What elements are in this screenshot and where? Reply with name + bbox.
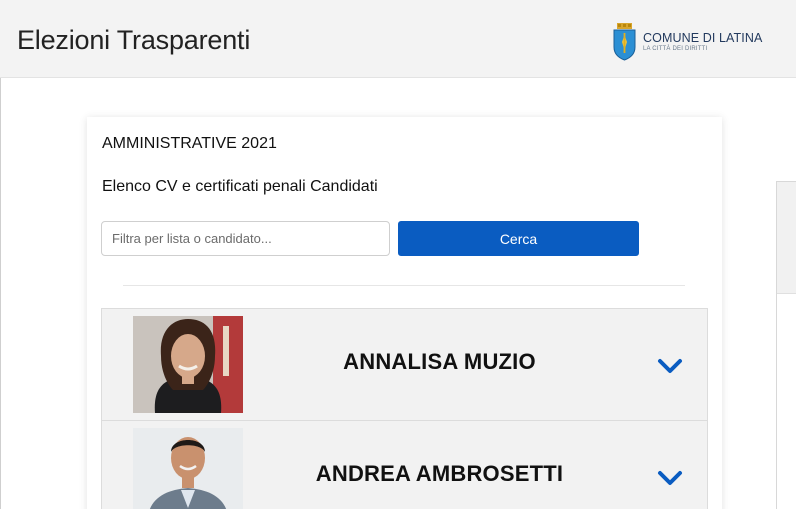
city-crest-icon [613, 23, 636, 61]
candidate-photo [133, 316, 243, 413]
candidate-photo [133, 428, 243, 509]
chevron-down-icon[interactable] [656, 356, 684, 376]
candidate-row[interactable]: ANNALISA MUZIO [101, 308, 708, 420]
chevron-down-icon[interactable] [656, 468, 684, 488]
candidate-name: ANDREA AMBROSETTI [315, 461, 564, 486]
app-title: Elezioni Trasparenti [17, 25, 251, 55]
page-header: Elezioni Trasparenti COMUNE DI LATINA LA… [0, 0, 796, 78]
side-panel-header [777, 182, 796, 294]
divider [123, 285, 685, 286]
candidate-row[interactable]: ANDREA AMBROSETTI [101, 420, 708, 509]
municipality-logo[interactable]: COMUNE DI LATINA LA CITTÀ DEI DIRITTI [612, 22, 762, 62]
side-panel [776, 181, 796, 509]
election-card: AMMINISTRATIVE 2021 Elenco CV e certific… [87, 117, 722, 509]
candidate-list: ANNALISA MUZIO ANDREA AMBROSETTI [101, 308, 708, 509]
brand-name: COMUNE DI LATINA [643, 30, 763, 45]
candidate-name: ANNALISA MUZIO [343, 349, 536, 374]
filter-input[interactable] [101, 221, 390, 256]
brand-text: COMUNE DI LATINA LA CITTÀ DEI DIRITTI [643, 32, 762, 53]
section-title: AMMINISTRATIVE 2021 [102, 135, 277, 152]
search-button[interactable]: Cerca [398, 221, 639, 256]
section-subtitle: Elenco CV e certificati penali Candidati [102, 178, 378, 195]
brand-tagline: LA CITTÀ DEI DIRITTI [643, 46, 708, 53]
